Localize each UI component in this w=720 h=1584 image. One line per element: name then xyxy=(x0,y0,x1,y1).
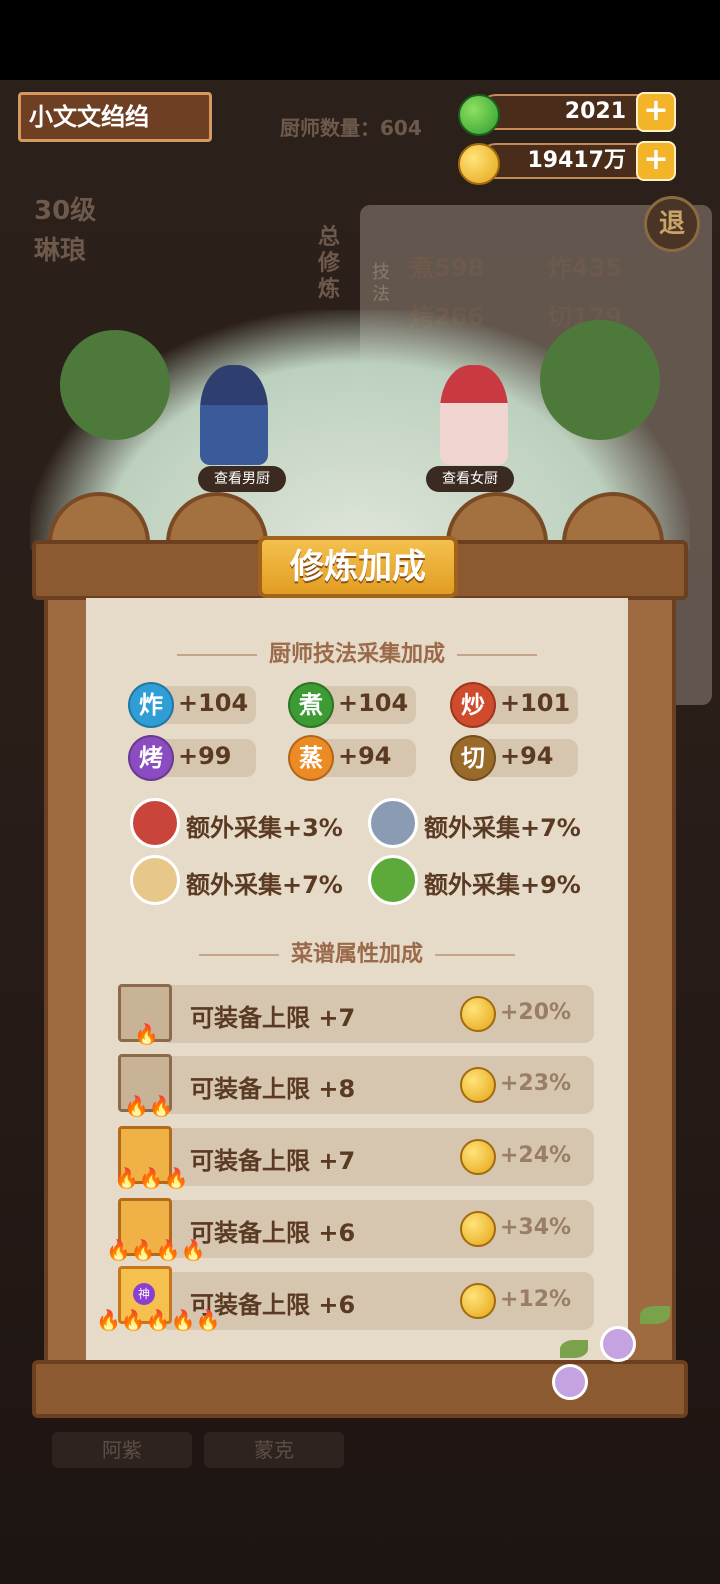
vegetable-icon xyxy=(368,855,418,905)
skill-cut: 切 +94 xyxy=(450,735,580,781)
extra-vegetable-text: 额外采集+9% xyxy=(424,871,581,899)
player-name[interactable]: 小文文绉绉 xyxy=(18,92,212,142)
skill-value: +99 xyxy=(178,742,232,770)
bottom-chef-name: 蒙克 xyxy=(204,1432,344,1468)
recipe-row: 可装备上限 +7 +20% xyxy=(160,985,594,1043)
flame-icon: 🔥🔥 xyxy=(124,1094,174,1118)
chef-level: 30级 xyxy=(34,196,97,226)
section-recipe-title: 菜谱属性加成 xyxy=(86,936,628,968)
skill-value: +94 xyxy=(338,742,392,770)
coin-icon xyxy=(460,1283,496,1319)
flame-icon: 🔥🔥🔥🔥🔥 xyxy=(96,1308,221,1332)
skills-tag: 技法 xyxy=(372,262,390,305)
recipe-row: 可装备上限 +8 +23% xyxy=(160,1056,594,1114)
exit-button[interactable]: 退 xyxy=(644,196,700,252)
view-female-chef-button[interactable]: 查看女厨 xyxy=(426,466,514,492)
jade-icon xyxy=(458,94,500,136)
skill-steam: 蒸 +94 xyxy=(288,735,418,781)
recipe-bonus: +34% xyxy=(500,1215,572,1240)
flower-icon xyxy=(552,1364,588,1400)
coin-icon xyxy=(460,996,496,1032)
status-bar xyxy=(0,0,720,80)
chef-count: 厨师数量：604 xyxy=(280,116,422,140)
recipe-label: 可装备上限 +8 xyxy=(190,1075,356,1103)
skill-value: +104 xyxy=(178,689,249,717)
female-chef-avatar xyxy=(440,365,508,465)
recipe-label: 可装备上限 +7 xyxy=(190,1147,356,1175)
cut-icon: 切 xyxy=(450,735,496,781)
skill-roast: 烤 +99 xyxy=(128,735,258,781)
skill-value: +101 xyxy=(500,689,571,717)
meat-icon xyxy=(130,798,180,848)
skill-boil: 煮 +104 xyxy=(288,682,418,728)
boil-icon: 煮 xyxy=(288,682,334,728)
recipe-row: 可装备上限 +6 +12% xyxy=(160,1272,594,1330)
section-skill-title: 厨师技法采集加成 xyxy=(86,636,628,668)
fish-icon xyxy=(368,798,418,848)
view-male-chef-button[interactable]: 查看男厨 xyxy=(198,466,286,492)
flame-icon: 🔥 xyxy=(134,1022,159,1046)
male-chef-avatar xyxy=(200,365,268,465)
roast-icon: 烤 xyxy=(128,735,174,781)
flame-icon: 🔥🔥🔥🔥 xyxy=(106,1238,206,1262)
extra-fish-text: 额外采集+7% xyxy=(424,814,581,842)
panel-title: 修炼加成 xyxy=(258,536,458,598)
leaf-icon xyxy=(640,1306,670,1324)
recipe-label: 可装备上限 +6 xyxy=(190,1219,356,1247)
flame-icon: 🔥🔥🔥 xyxy=(114,1166,189,1190)
stirfry-icon: 炒 xyxy=(450,682,496,728)
tree-icon xyxy=(540,320,660,440)
extra-flour-text: 额外采集+7% xyxy=(186,871,343,899)
skill-stirfry: 炒 +101 xyxy=(450,682,580,728)
coin-icon xyxy=(460,1067,496,1103)
coin-icon xyxy=(458,143,500,185)
extra-meat-text: 额外采集+3% xyxy=(186,814,343,842)
bg-skill-value: 煮598 xyxy=(410,254,485,282)
skill-fry: 炸 +104 xyxy=(128,682,258,728)
recipe-bonus: +24% xyxy=(500,1143,572,1168)
fry-icon: 炸 xyxy=(128,682,174,728)
coin-icon xyxy=(460,1139,496,1175)
leaf-icon xyxy=(560,1340,588,1358)
total-cultivation-label: 总修炼 xyxy=(318,225,341,302)
chef-name: 琳琅 xyxy=(34,236,87,266)
flower-icon xyxy=(600,1326,636,1362)
add-jade-button[interactable]: + xyxy=(636,92,676,132)
skill-value: +94 xyxy=(500,742,554,770)
steam-icon: 蒸 xyxy=(288,735,334,781)
divine-badge-icon: 神 xyxy=(133,1283,155,1305)
skill-value: +104 xyxy=(338,689,409,717)
recipe-bonus: +20% xyxy=(500,1000,572,1025)
flour-icon xyxy=(130,855,180,905)
bg-skill-value: 炸435 xyxy=(548,254,623,282)
coin-icon xyxy=(460,1211,496,1247)
recipe-bonus: +12% xyxy=(500,1287,572,1312)
add-coin-button[interactable]: + xyxy=(636,141,676,181)
recipe-label: 可装备上限 +7 xyxy=(190,1004,356,1032)
recipe-bonus: +23% xyxy=(500,1071,572,1096)
recipe-row: 可装备上限 +6 +34% xyxy=(160,1200,594,1258)
bottom-chef-name: 阿紫 xyxy=(52,1432,192,1468)
tree-icon xyxy=(60,330,170,440)
recipe-row: 可装备上限 +7 +24% xyxy=(160,1128,594,1186)
board-bottom-beam xyxy=(32,1360,688,1418)
